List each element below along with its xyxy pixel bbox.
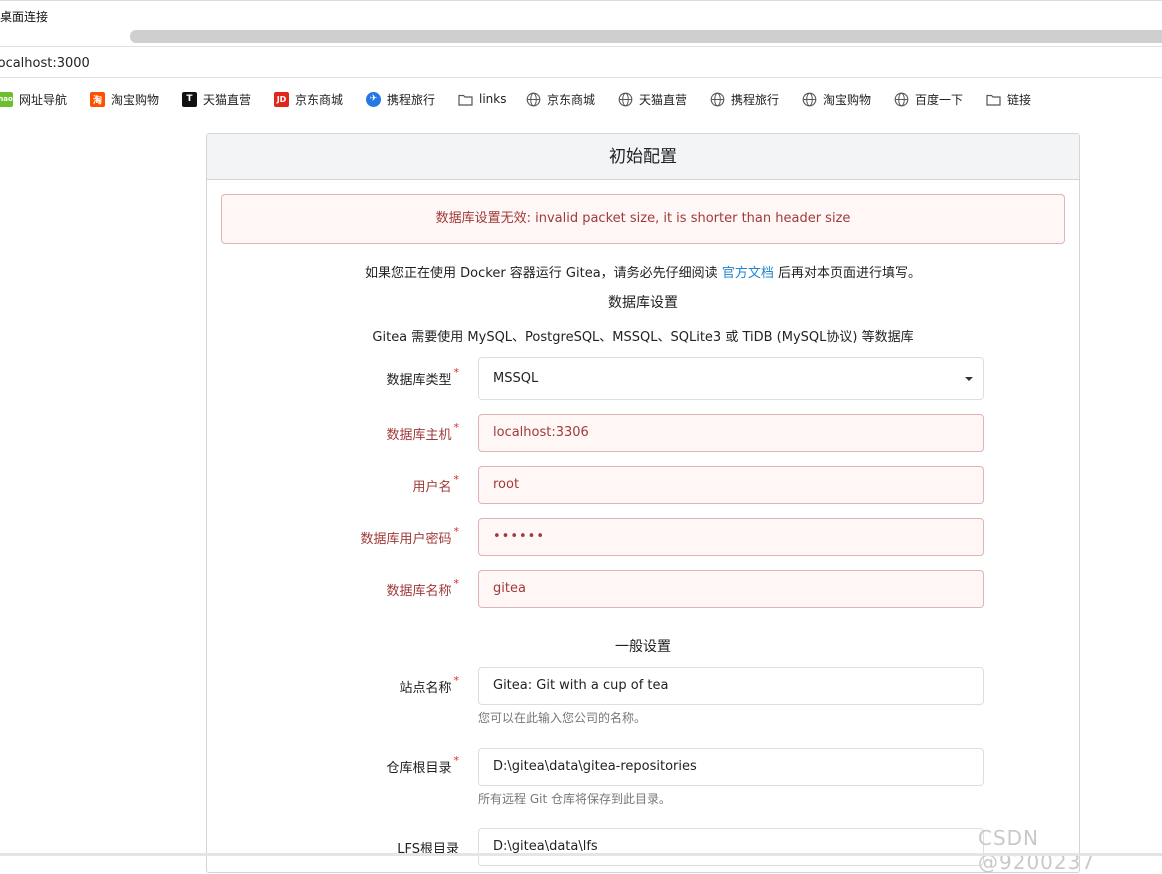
db-note: Gitea 需要使用 MySQL、PostgreSQL、MSSQL、SQLite… (372, 330, 914, 345)
db-host-label: 数据库主机* (386, 421, 460, 443)
bookmark-item[interactable]: 天猫直营 (618, 90, 687, 108)
db-user-label: 用户名* (412, 473, 460, 495)
dropdown-caret-icon (965, 377, 973, 381)
globe-icon (618, 92, 633, 107)
address-url[interactable]: localhost:3000 (0, 56, 90, 71)
bookmark-label: 网址导航 (19, 92, 68, 107)
repo-root-label: 仓库根目录* (386, 754, 460, 776)
globe-icon (802, 92, 817, 107)
hao-icon: hao (0, 91, 13, 107)
db-name-input[interactable]: gitea (478, 570, 984, 608)
bookmark-item[interactable]: 链接 (986, 90, 1031, 108)
db-name-label: 数据库名称* (386, 577, 460, 599)
bookmark-label: links (479, 92, 507, 106)
bookmark-label: 携程旅行 (731, 92, 780, 107)
bookmark-item[interactable]: 京东商城 (526, 90, 595, 108)
site-name-input[interactable]: Gitea: Git with a cup of tea (478, 667, 984, 705)
ctrip-icon: ✈ (366, 91, 381, 107)
window-title-bar: 远程桌面连接 (0, 0, 1162, 30)
bookmark-label: 携程旅行 (387, 92, 436, 107)
folder-icon (458, 92, 473, 107)
watermark: CSDN @9200237 (978, 826, 1096, 874)
docker-note-text: 如果您正在使用 Docker 容器运行 Gitea，请务必先仔细阅读 (365, 266, 722, 281)
globe-icon (526, 92, 541, 107)
bookmark-item[interactable]: 淘 淘宝购物 (90, 90, 159, 108)
globe-icon (894, 92, 909, 107)
bookmark-item[interactable]: 携程旅行 (710, 90, 779, 108)
bookmark-label: 京东商城 (295, 92, 344, 107)
required-mark: * (453, 473, 460, 486)
db-password-label: 数据库用户密码* (360, 525, 460, 547)
jd-icon: JD (274, 91, 289, 107)
required-mark: * (453, 525, 460, 538)
bookmark-label: 天猫直营 (203, 92, 252, 107)
folder-icon (986, 92, 1001, 107)
bookmarks-bar: hao 网址导航 淘 淘宝购物 T 天猫直营 JD 京东商城 ✈ 携程旅行 li… (0, 79, 1162, 117)
docker-note: 如果您正在使用 Docker 容器运行 Gitea，请务必先仔细阅读 官方文档 … (207, 262, 1079, 281)
window-title: 远程桌面连接 (0, 10, 49, 24)
globe-icon (710, 92, 725, 107)
bookmark-label: 淘宝购物 (111, 92, 160, 107)
db-type-label: 数据库类型* (386, 366, 460, 388)
repo-root-help: 所有远程 Git 仓库将保存到此目录。 (478, 792, 671, 806)
tab-strip (0, 30, 1162, 46)
bookmark-item[interactable]: JD 京东商城 (274, 90, 343, 108)
db-type-select[interactable]: MSSQL (478, 357, 984, 400)
bookmark-item[interactable]: 淘宝购物 (802, 90, 871, 108)
db-section-title: 数据库设置 (608, 295, 678, 311)
db-type-value: MSSQL (493, 371, 539, 386)
install-form: 初始配置 数据库设置无效: invalid packet size, it is… (206, 133, 1080, 873)
bookmark-label: 淘宝购物 (823, 92, 872, 107)
required-mark: * (453, 577, 460, 590)
bookmark-item[interactable]: 百度一下 (894, 90, 963, 108)
taobao-icon: 淘 (90, 91, 105, 107)
tab-strip-scrollbar[interactable] (130, 30, 1162, 43)
required-mark: * (453, 754, 460, 767)
site-name-label: 站点名称* (399, 674, 460, 696)
bookmark-label: 天猫直营 (639, 92, 688, 107)
bookmark-label: 百度一下 (915, 92, 964, 107)
form-header: 初始配置 (207, 134, 1079, 180)
error-message: 数据库设置无效: invalid packet size, it is shor… (221, 194, 1065, 244)
bookmark-label: 京东商城 (547, 92, 596, 107)
required-mark: * (453, 674, 460, 687)
required-mark: * (453, 366, 460, 379)
db-host-input[interactable]: localhost:3306 (478, 414, 984, 452)
address-bar[interactable]: localhost:3000 (0, 46, 1162, 78)
docker-note-suffix: 后再对本页面进行填写。 (773, 266, 921, 281)
required-mark: * (453, 421, 460, 434)
db-user-input[interactable]: root (478, 466, 984, 504)
db-password-input[interactable]: •••••• (478, 518, 984, 556)
bookmark-label: 链接 (1007, 92, 1032, 107)
repo-root-input[interactable]: D:\gitea\data\gitea-repositories (478, 748, 984, 786)
bookmark-item[interactable]: links (458, 90, 506, 108)
docs-link[interactable]: 官方文档 (722, 266, 774, 281)
general-section-title: 一般设置 (615, 639, 671, 655)
bookmark-item[interactable]: ✈ 携程旅行 (366, 90, 435, 108)
page-content: 初始配置 数据库设置无效: invalid packet size, it is… (0, 117, 1162, 873)
tmall-icon: T (182, 91, 197, 107)
bookmark-item[interactable]: hao 网址导航 (0, 90, 67, 108)
bookmark-item[interactable]: T 天猫直营 (182, 90, 251, 108)
lfs-root-input[interactable]: D:\gitea\data\lfs (478, 828, 984, 866)
site-name-help: 您可以在此输入您公司的名称。 (478, 711, 647, 725)
